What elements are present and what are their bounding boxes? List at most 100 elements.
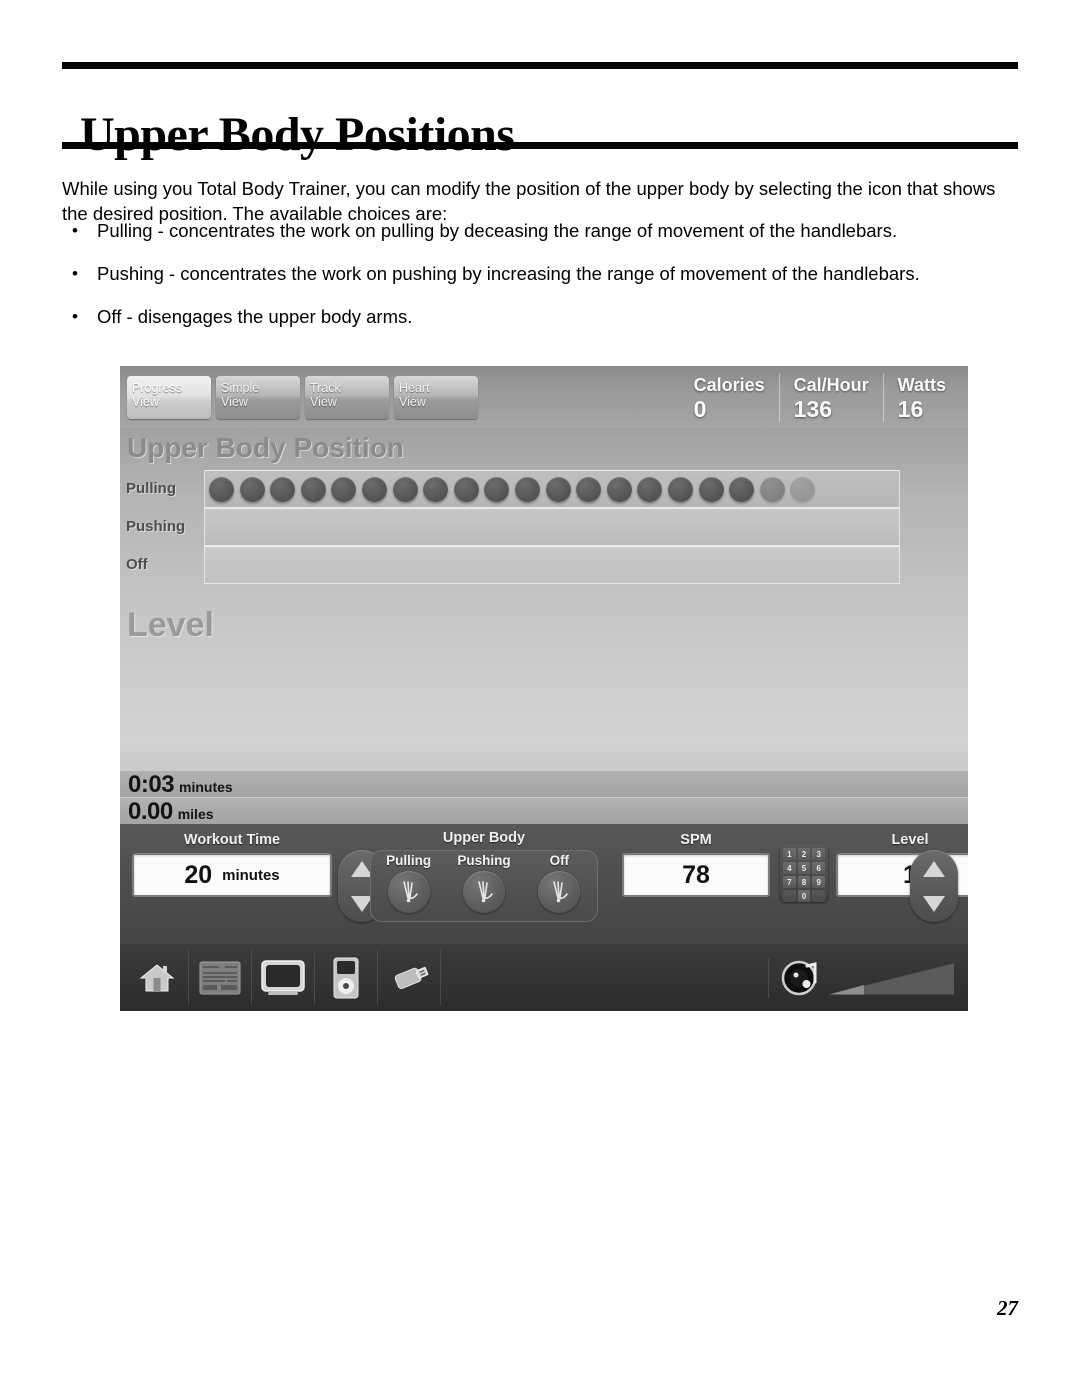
level-stepper: [910, 850, 958, 922]
control-bar: Workout Time 20 minutes Upper Body Pulli…: [120, 824, 968, 944]
keypad-key-3[interactable]: 3: [812, 848, 825, 860]
keypad-key-4[interactable]: 4: [783, 862, 796, 874]
arrow-up-icon: [923, 860, 945, 877]
pulling-arm-icon[interactable]: [387, 871, 430, 913]
readout-unit: miles: [177, 806, 214, 822]
position-dot: [729, 476, 755, 502]
position-dot: [606, 476, 632, 502]
list-item-text: Pulling - concentrates the work on pulli…: [97, 220, 898, 241]
position-dot: [209, 476, 234, 502]
level-decrease-button[interactable]: [913, 887, 955, 920]
readout-time: 0:03 minutes: [120, 770, 968, 798]
pushing-arm-icon[interactable]: [462, 871, 505, 913]
bullet-dot-icon: •: [72, 221, 78, 240]
row-track-pulling: [204, 470, 900, 508]
upper-body-option-off[interactable]: Off: [524, 853, 594, 913]
readout-distance: 0.00 miles: [120, 797, 968, 825]
spm-value: 78: [682, 860, 710, 889]
keypad-key-2[interactable]: 2: [797, 848, 811, 860]
spm-label: SPM: [680, 832, 712, 848]
document-page: Upper Body Positions While using you Tot…: [0, 0, 1080, 1397]
position-row-pulling: Pulling: [126, 470, 900, 508]
upper-body-label: Upper Body: [442, 830, 526, 846]
workout-time-group: Workout Time 20 minutes: [132, 832, 332, 897]
metric-label: Cal/Hour: [793, 375, 869, 395]
tab-label-line1: Track: [310, 381, 341, 395]
tray-button-screen[interactable]: [252, 950, 315, 1005]
upper-body-group: Upper Body Pulling Pushing Off: [370, 830, 598, 922]
readout-panel: 0:03 minutes 0.00 miles: [120, 770, 968, 825]
position-row-pushing: Pushing: [126, 508, 900, 546]
row-label: Pulling: [126, 480, 176, 497]
volume-slider[interactable]: [829, 961, 954, 995]
position-dot: [361, 476, 387, 502]
keypad-key-7[interactable]: 7: [783, 876, 796, 888]
tab-label-line2: View: [132, 395, 159, 409]
upper-body-option-pushing[interactable]: Pushing: [449, 853, 519, 913]
position-dot: [790, 476, 816, 502]
arrow-down-icon: [923, 895, 945, 912]
position-dot: [300, 476, 326, 502]
tray-button-home[interactable]: [126, 950, 189, 1005]
position-dot: [270, 476, 296, 502]
position-dot: [667, 476, 693, 502]
position-dot: [514, 476, 540, 502]
workout-time-unit: minutes: [222, 866, 280, 884]
keypad-key-9[interactable]: 9: [812, 876, 825, 888]
newspaper-icon: [199, 961, 241, 994]
list-item-text: Off - disengages the upper body arms.: [97, 306, 413, 327]
position-dot: [453, 476, 479, 502]
keypad-key-6[interactable]: 6: [812, 862, 825, 874]
list-item: • Pushing - concentrates the work on pus…: [62, 261, 1020, 286]
keypad-key-1[interactable]: 1: [783, 848, 796, 860]
position-dot: [392, 476, 418, 502]
bullet-dot-icon: •: [72, 307, 78, 326]
upper-body-option-pulling[interactable]: Pulling: [374, 853, 444, 913]
readout-value: 0:03: [128, 771, 175, 798]
position-dot: [759, 476, 785, 502]
level-label: Level: [891, 832, 929, 848]
tab-label-line1: Progress: [132, 381, 183, 395]
page-number: 27: [997, 1296, 1018, 1320]
console-screenshot: Progress View Simple View Track View Hea…: [120, 366, 968, 1011]
media-player-icon: [333, 957, 359, 998]
tray-button-usb[interactable]: [378, 950, 441, 1005]
keypad-key-5[interactable]: 5: [797, 862, 811, 874]
level-increase-button[interactable]: [913, 852, 955, 885]
workout-time-field[interactable]: 20 minutes: [132, 853, 332, 897]
metric-watts: Watts 16: [882, 374, 960, 422]
list-item-text: Pushing - concentrates the work on pushi…: [97, 263, 920, 284]
tab-label-line1: Simple: [221, 381, 260, 395]
option-label: Pushing: [457, 853, 511, 868]
numeric-keypad[interactable]: 123 456 7890: [780, 844, 828, 902]
metric-value: 16: [897, 396, 924, 422]
readout-unit: minutes: [179, 779, 233, 795]
bottom-tray: [120, 944, 968, 1011]
tab-simple-view[interactable]: Simple View: [216, 376, 300, 419]
tab-heart-view[interactable]: Heart View: [394, 376, 478, 419]
tab-progress-view[interactable]: Progress View: [127, 376, 211, 419]
console-top-bar: Progress View Simple View Track View Hea…: [120, 366, 968, 428]
off-arm-icon[interactable]: [538, 871, 581, 913]
volume-control[interactable]: [768, 957, 954, 998]
keypad-key-0[interactable]: 0: [797, 890, 811, 902]
home-icon: [139, 963, 175, 991]
speaker-music-icon: [781, 960, 817, 995]
metric-label: Calories: [693, 375, 765, 395]
tab-label-line1: Heart: [399, 381, 430, 395]
keypad-key-8[interactable]: 8: [797, 876, 811, 888]
workout-time-label: Workout Time: [183, 832, 281, 848]
metrics-panel: Calories 0 Cal/Hour 136 Watts 16: [680, 374, 960, 422]
keypad-blank-right: [812, 890, 825, 902]
metric-value: 0: [693, 396, 707, 422]
list-item: • Pulling - concentrates the work on pul…: [62, 218, 1020, 243]
metric-calories: Calories 0: [680, 374, 779, 422]
position-dot: [423, 476, 449, 502]
title-rule-top: [62, 62, 1018, 69]
bullet-list: • Pulling - concentrates the work on pul…: [62, 218, 1020, 347]
bullet-dot-icon: •: [72, 264, 78, 283]
tray-button-newspaper[interactable]: [189, 950, 252, 1005]
tray-button-media-player[interactable]: [315, 950, 378, 1005]
tab-track-view[interactable]: Track View: [305, 376, 389, 419]
position-dot: [637, 476, 663, 502]
